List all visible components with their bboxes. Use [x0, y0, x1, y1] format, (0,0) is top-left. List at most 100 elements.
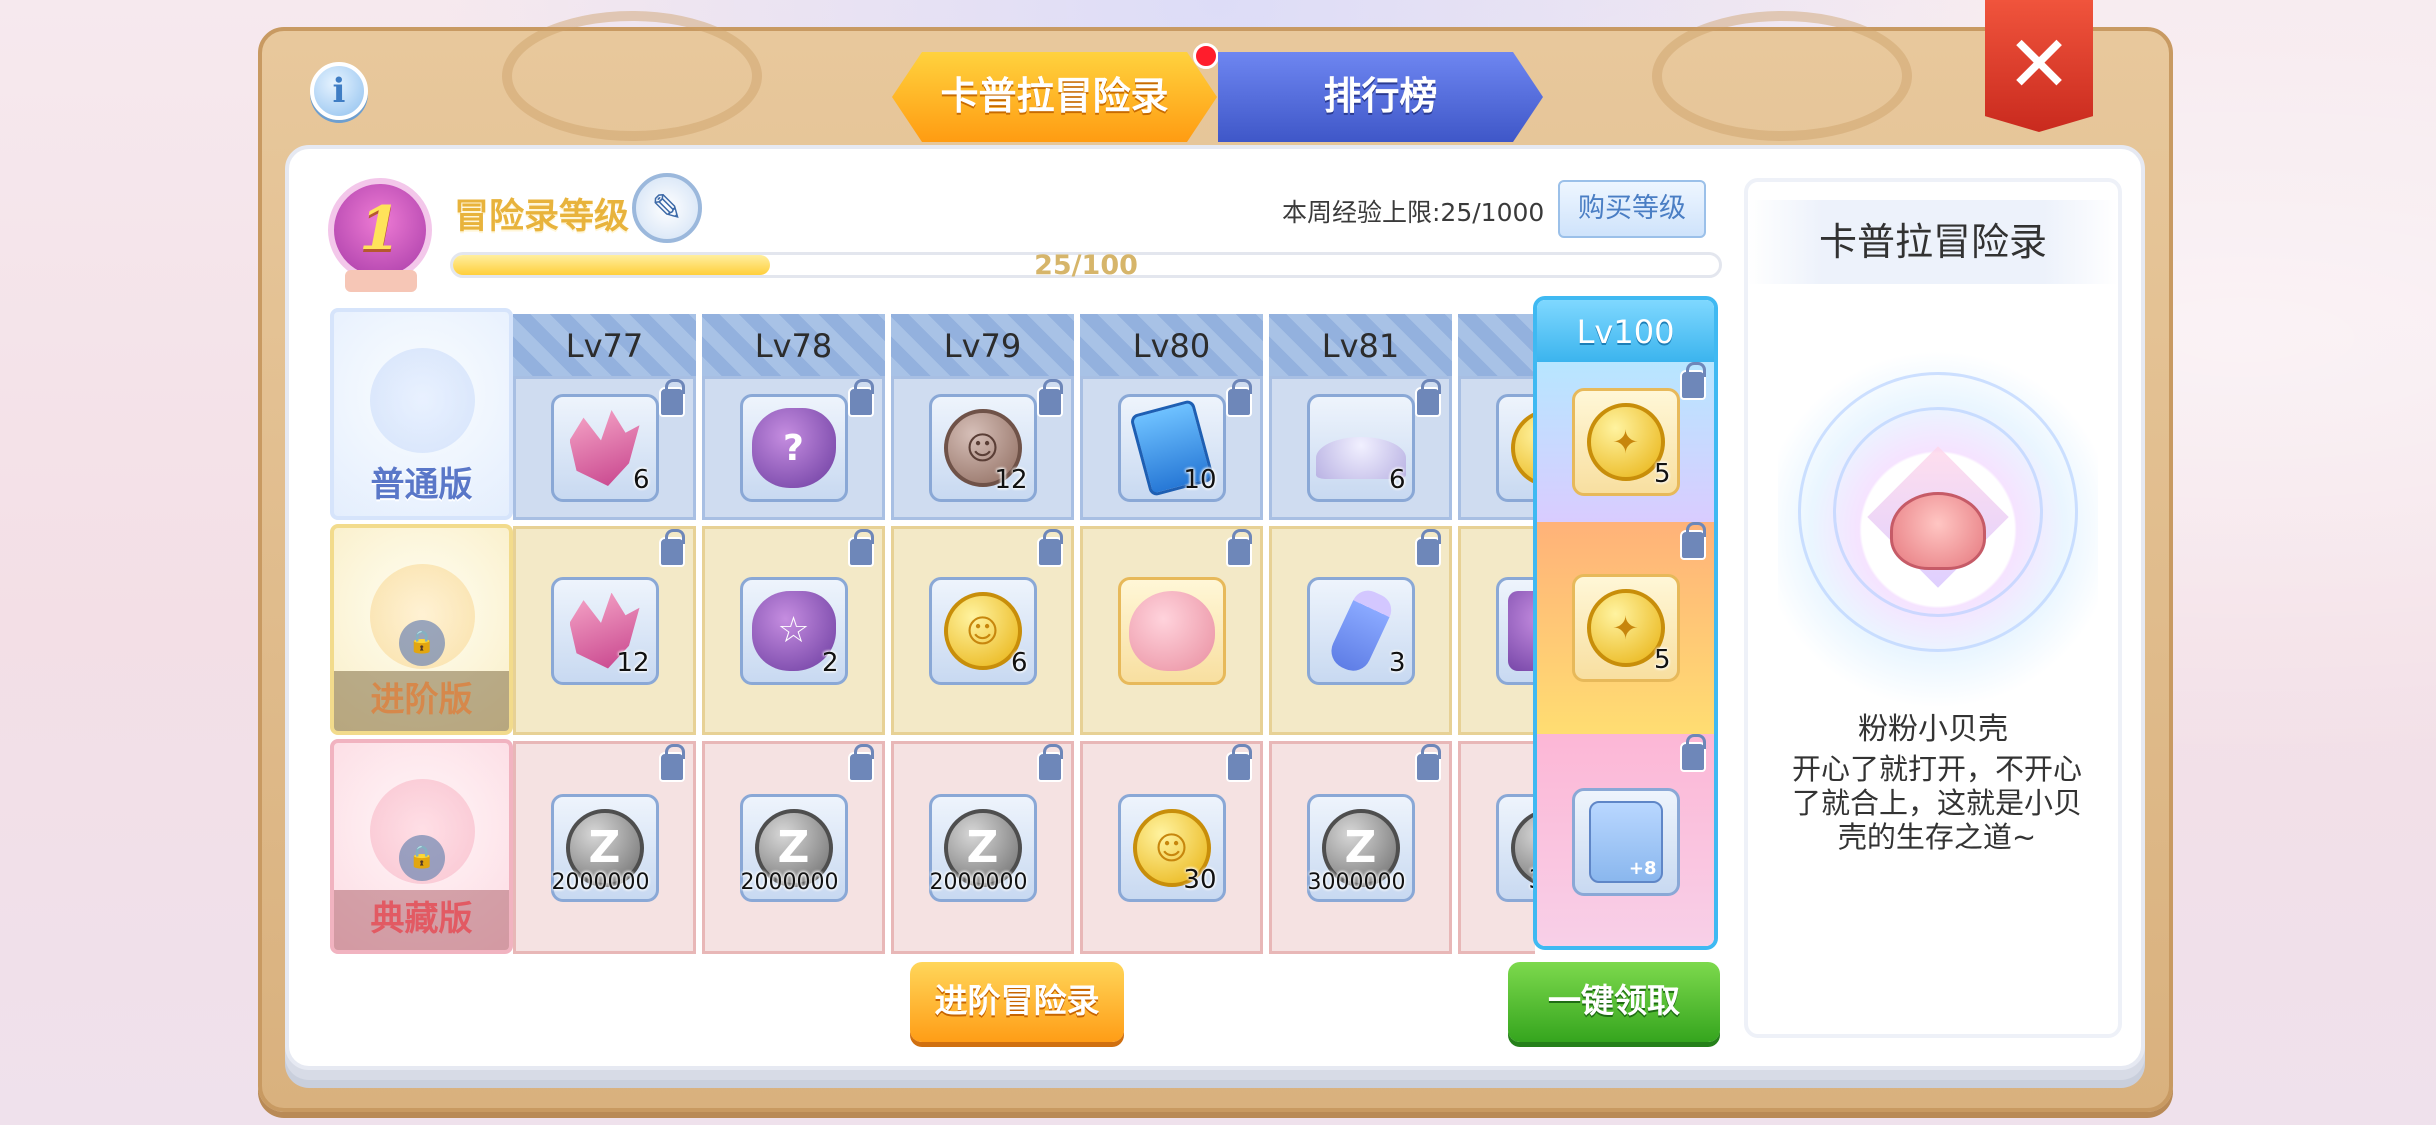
lock-icon	[1680, 362, 1706, 400]
lock-icon	[1037, 529, 1063, 567]
lock-icon: 🔒	[399, 835, 445, 881]
lock-icon: 🔒	[399, 620, 445, 666]
lock-icon	[1037, 379, 1063, 417]
bronze-cat-coin-icon[interactable]: ☺ 12	[928, 394, 1037, 502]
zeny-coin-icon[interactable]: Z 3000000	[1306, 793, 1415, 902]
final-reward-column: Lv100 ✦ 5 ✦ 5	[1533, 296, 1718, 950]
reward-cell-collector[interactable]: Z 2000000	[891, 741, 1074, 954]
level-column: Lv78? ☆ 2 Z 2000000	[702, 314, 887, 954]
blue-ticket-icon[interactable]: 10	[1117, 394, 1226, 502]
normal-emblem-icon	[370, 348, 475, 453]
reward-cell-advanced[interactable]: ☆ 2	[702, 526, 885, 735]
reward-cell-advanced[interactable]: ☺ 6	[891, 526, 1074, 735]
close-button[interactable]: ✕	[1985, 0, 2093, 132]
level-column: Lv ✦ Z3000	[1458, 314, 1535, 954]
advanced-adventure-button[interactable]: 进阶冒险录	[910, 962, 1124, 1042]
reward-cell-collector[interactable]: Z3000	[1458, 741, 1535, 954]
mystery-stone-icon[interactable]: ?	[739, 394, 848, 502]
claim-all-button[interactable]: 一键领取	[1508, 962, 1720, 1042]
reward-cell-normal[interactable]: 10	[1080, 376, 1263, 520]
lock-icon	[1226, 379, 1252, 417]
lock-icon	[659, 529, 685, 567]
level-header: Lv80	[1080, 314, 1263, 376]
reward-cell-normal[interactable]: ✦ 5	[1537, 362, 1714, 522]
potion-bottle-icon[interactable]: 3	[1306, 576, 1415, 685]
lock-icon	[659, 379, 685, 417]
level-header: Lv77	[513, 314, 696, 376]
lock-icon	[1415, 379, 1441, 417]
reward-cell-normal[interactable]: 6	[1269, 376, 1452, 520]
tab-kafra-adventure[interactable]: 卡普拉冒险录	[892, 52, 1217, 142]
purple-item-icon[interactable]	[1495, 576, 1535, 685]
tools-icon[interactable]: ✎	[632, 173, 702, 243]
ribbon-icon	[345, 270, 417, 292]
gold-shell-coin-icon[interactable]: ✦ 5	[1571, 388, 1680, 496]
level-header: Lv	[1458, 314, 1535, 376]
lock-icon	[659, 744, 685, 782]
reward-cell-normal[interactable]: ?	[702, 376, 885, 520]
item-quantity: 2000000	[929, 869, 1028, 895]
tier-label: 典藏版	[334, 890, 509, 950]
zeny-coin-icon[interactable]: Z 2000000	[928, 793, 1037, 902]
item-quantity: 6	[1010, 647, 1028, 678]
pink-crystal-shard-icon[interactable]: 6	[550, 394, 659, 502]
buy-level-button[interactable]: 购买等级	[1558, 180, 1706, 238]
tier-normal: 普通版	[330, 308, 513, 520]
tier-collector[interactable]: 🔒 典藏版	[330, 739, 513, 954]
zeny-coin-icon[interactable]: Z 2000000	[550, 793, 659, 902]
reward-cell-advanced[interactable]: ✦ 5	[1537, 522, 1714, 734]
lock-icon	[1226, 529, 1252, 567]
lock-icon	[1415, 529, 1441, 567]
reward-cell-collector[interactable]: ☺ 30	[1080, 741, 1263, 954]
reward-cell-collector[interactable]: Z 2000000	[513, 741, 696, 954]
gold-shell-coin-icon[interactable]: ✦ 5	[1571, 574, 1680, 682]
reward-cell-collector[interactable]	[1537, 734, 1714, 946]
lock-icon	[848, 379, 874, 417]
tier-advanced[interactable]: 🔒 进阶版	[330, 524, 513, 735]
item-quantity: 6	[632, 465, 650, 495]
item-quantity: 5	[1653, 459, 1671, 489]
tier-label: 进阶版	[334, 671, 509, 731]
pink-crystal-shard-icon[interactable]: 12	[550, 576, 659, 685]
panel-title: 卡普拉冒险录	[1748, 200, 2118, 284]
info-button[interactable]: i	[310, 62, 368, 120]
gold-cat-coin-icon[interactable]: ☺ 6	[928, 576, 1037, 685]
silver-powder-icon[interactable]: 6	[1306, 394, 1415, 502]
pink-poring-icon[interactable]	[1117, 576, 1226, 685]
level-header: Lv78	[702, 314, 885, 376]
reward-cell-advanced[interactable]: 12	[513, 526, 696, 735]
gold-cat-coin-icon[interactable]: ☺ 30	[1117, 793, 1226, 902]
reward-cell-normal[interactable]: ✦	[1458, 376, 1535, 520]
level-header: Lv79	[891, 314, 1074, 376]
lock-icon	[1680, 734, 1706, 772]
zeny-coin-icon[interactable]: Z3000	[1495, 793, 1535, 902]
level-header: Lv100	[1537, 300, 1714, 362]
level-badge: 1	[328, 178, 432, 282]
level-column: Lv81 6 3 Z 3000000	[1269, 314, 1454, 954]
gold-coin-icon[interactable]: ✦	[1495, 394, 1535, 502]
level-column: Lv80 10 ☺ 30	[1080, 314, 1265, 954]
item-name: 粉粉小贝壳	[1858, 712, 2008, 747]
item-quantity: 12	[994, 465, 1028, 495]
item-quantity: 2000000	[551, 869, 650, 895]
reward-cell-advanced[interactable]	[1080, 526, 1263, 735]
reward-grid[interactable]: Lv77 6 12 Z 2000000 Lv78? ☆ 2 Z 2000000 Lv79 ☺ 12 ☺ 6 Z…	[513, 314, 1535, 954]
reward-cell-collector[interactable]: Z 2000000	[702, 741, 885, 954]
level-column: Lv79 ☺ 12 ☺ 6 Z 2000000	[891, 314, 1076, 954]
lock-icon	[1680, 522, 1706, 560]
item-quantity: 30	[1183, 864, 1217, 895]
hero-card-icon[interactable]	[1571, 788, 1680, 896]
zeny-coin-icon[interactable]: Z 2000000	[739, 793, 848, 902]
reward-cell-collector[interactable]: Z 3000000	[1269, 741, 1452, 954]
lock-icon	[1415, 744, 1441, 782]
frame-ornament	[502, 11, 762, 141]
pink-shell-icon	[1890, 492, 1986, 570]
reward-cell-normal[interactable]: ☺ 12	[891, 376, 1074, 520]
pentagram-stone-icon[interactable]: ☆ 2	[739, 576, 848, 685]
item-quantity: 2000000	[740, 869, 839, 895]
item-quantity: 6	[1388, 465, 1406, 495]
reward-cell-advanced[interactable]	[1458, 526, 1535, 735]
tab-leaderboard[interactable]: 排行榜	[1218, 52, 1543, 142]
reward-cell-advanced[interactable]: 3	[1269, 526, 1452, 735]
reward-cell-normal[interactable]: 6	[513, 376, 696, 520]
